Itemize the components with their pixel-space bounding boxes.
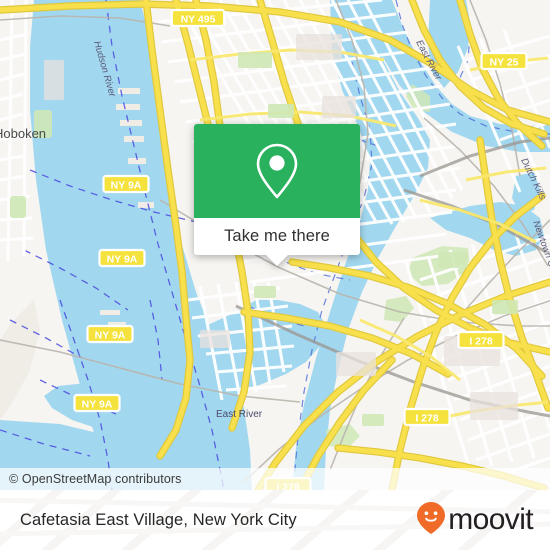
page-footer: Cafetasia East Village, New York City mo… bbox=[0, 490, 550, 550]
road-shield: NY 25 bbox=[480, 51, 528, 71]
popup-footer[interactable]: Take me there bbox=[194, 218, 360, 266]
road-shield-label: NY 25 bbox=[490, 56, 519, 68]
moovit-wordmark: moovit bbox=[448, 503, 533, 536]
road-shield-label: NY 9A bbox=[82, 398, 113, 410]
place-label: Hoboken bbox=[0, 126, 46, 141]
take-me-there-label: Take me there bbox=[224, 227, 330, 245]
popup-tail bbox=[266, 255, 288, 266]
moovit-map-screenshot: Hudson River East River East River Dutch… bbox=[0, 0, 550, 550]
road-shield: NY 9A bbox=[102, 174, 150, 194]
map-pin-icon bbox=[254, 142, 300, 200]
road-shield-label: NY 9A bbox=[111, 179, 142, 191]
road-shield-label: I 278 bbox=[415, 412, 439, 424]
popup-header bbox=[194, 124, 360, 218]
road-shield: NY 495 bbox=[170, 8, 226, 28]
moovit-smiley-pin-icon bbox=[416, 501, 446, 540]
road-shield: I 278 bbox=[403, 407, 451, 427]
water-label: East River bbox=[216, 409, 263, 420]
road-shield: I 278 bbox=[457, 330, 505, 350]
road-shield: NY 9A bbox=[73, 393, 121, 413]
road-shield-label: NY 495 bbox=[181, 13, 216, 25]
road-shield-label: I 278 bbox=[469, 335, 493, 347]
attribution-text: © OpenStreetMap contributors bbox=[9, 472, 182, 486]
road-shield: NY 9A bbox=[98, 248, 146, 268]
page-title: Cafetasia East Village, New York City bbox=[20, 510, 297, 529]
moovit-brand[interactable]: moovit bbox=[416, 501, 550, 540]
road-shield: NY 9A bbox=[86, 324, 134, 344]
road-shield-label: NY 9A bbox=[107, 253, 138, 265]
road-shield-label: NY 9A bbox=[95, 329, 126, 341]
location-popup[interactable]: Take me there bbox=[194, 124, 360, 266]
map-attribution[interactable]: © OpenStreetMap contributors bbox=[0, 468, 550, 490]
